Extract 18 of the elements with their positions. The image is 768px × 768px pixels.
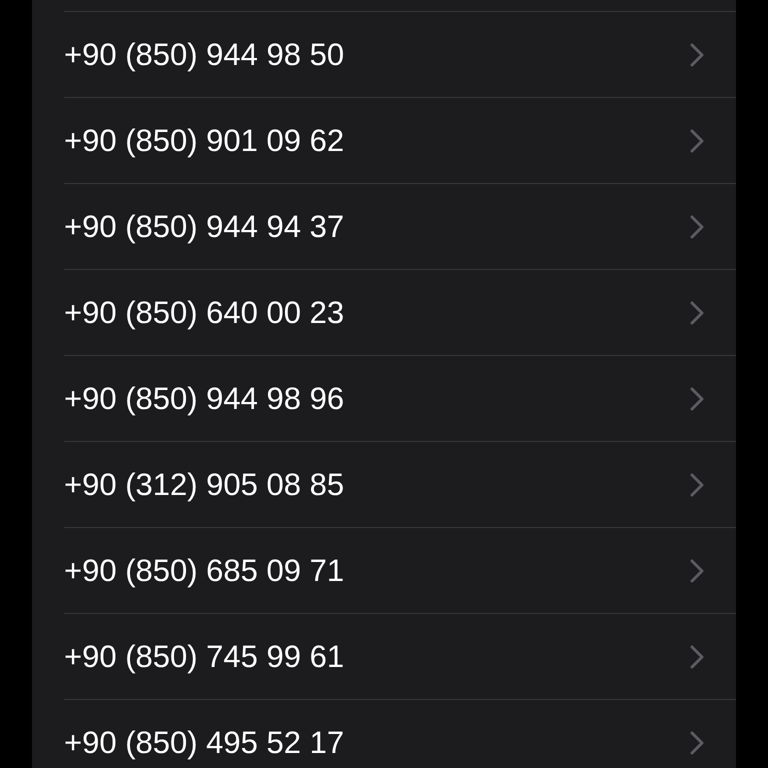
phone-number-link[interactable]: +90 (850) 944 98 50 [64,39,344,70]
chevron-right-icon [690,128,704,152]
chevron-right-icon [690,386,704,410]
phone-number-link[interactable]: +90 (850) 640 00 23 [64,297,344,328]
phone-number-link[interactable]: +90 (850) 495 52 17 [64,727,344,758]
chevron-right-icon [690,300,704,324]
chevron-right-icon [690,644,704,668]
phone-number-link[interactable]: +90 (312) 905 08 85 [64,469,344,500]
chevron-right-icon [690,42,704,66]
phone-number-link[interactable]: +90 (850) 901 09 62 [64,125,344,156]
chevron-right-icon [690,730,704,754]
chevron-right-icon [690,558,704,582]
chevron-right-icon [690,472,704,496]
phone-number-link[interactable]: +90 (850) 745 99 61 [64,641,344,672]
phone-number-link[interactable]: +90 (850) 685 09 71 [64,555,344,586]
chevron-right-icon [690,214,704,238]
phone-number-link[interactable]: +90 (850) 944 94 37 [64,211,344,242]
phone-number-link[interactable]: +90 (850) 944 98 96 [64,383,344,414]
